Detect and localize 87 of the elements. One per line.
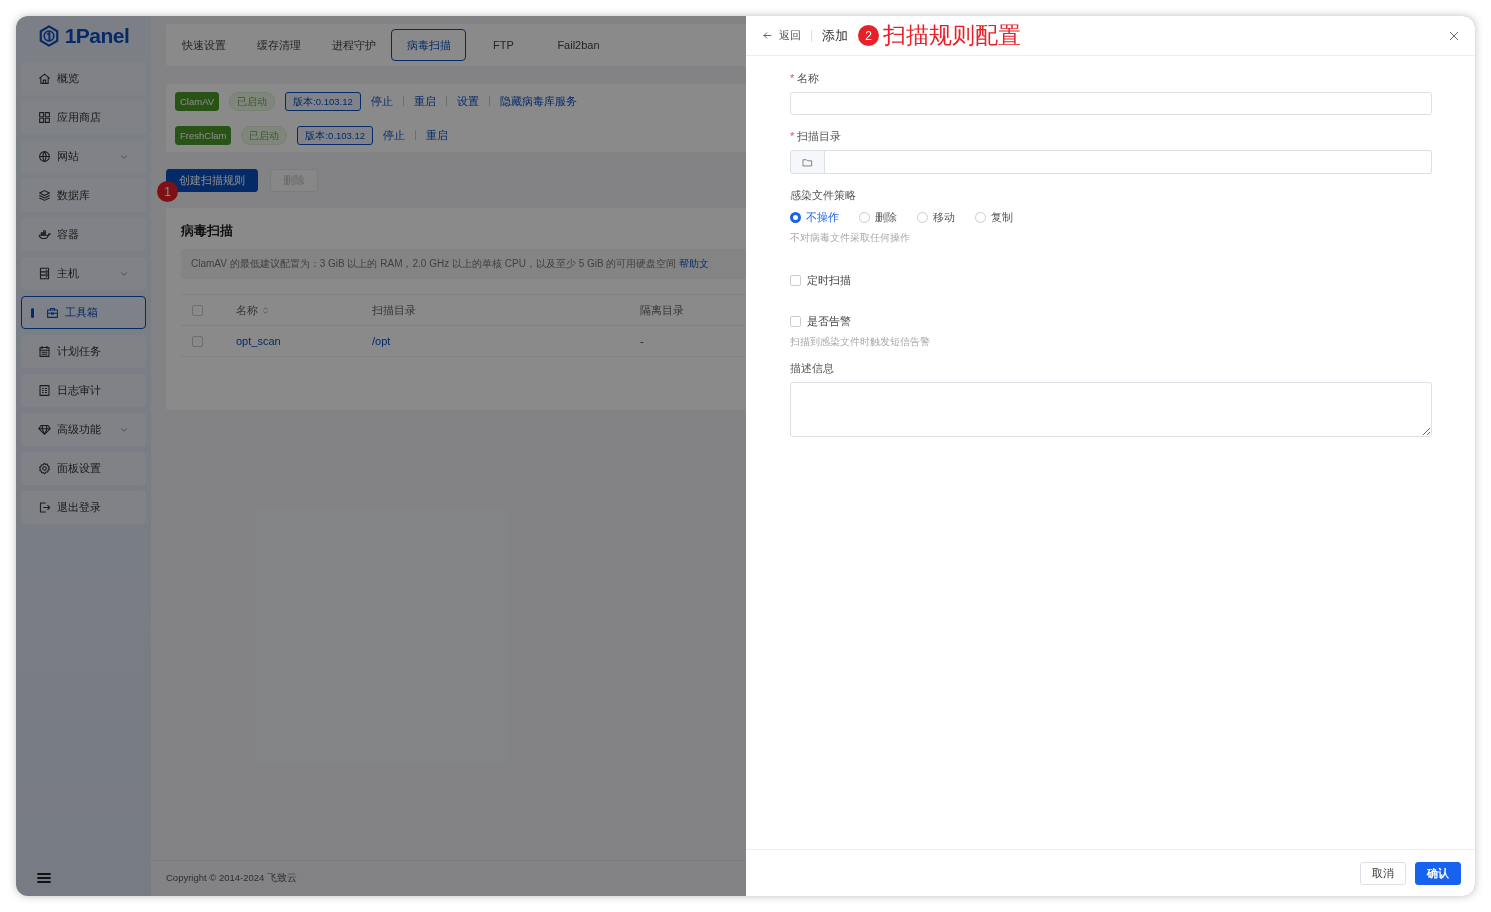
table-cell: - [640,335,644,347]
hint-text: 扫描到感染文件时触发短信告警 [790,335,931,349]
sidebar-item[interactable]: 面板设置 [21,452,146,485]
sidebar-item[interactable]: 概览 [21,62,146,95]
step-marker: 2 [858,25,879,46]
status-tag: 已启动 [229,91,276,111]
sidebar-item[interactable]: 应用商店 [21,101,146,134]
tab[interactable]: 进程守护 [316,29,391,61]
globe-icon [38,150,51,163]
select-all-checkbox[interactable] [192,304,203,316]
action-link[interactable]: 隐藏病毒库服务 [499,93,577,109]
directory-field[interactable] [825,150,1432,174]
calendar-icon [38,345,51,358]
home-icon [38,72,51,85]
field-label: 扫描目录 [797,129,842,143]
field-label: 感染文件策略 [790,188,856,202]
help-link[interactable]: 帮助文 [679,258,710,269]
back-link[interactable]: 返回 [762,28,801,43]
server-icon [38,267,51,280]
sidebar-item[interactable]: 容器 [21,218,146,251]
tab[interactable]: 缓存清理 [241,29,316,61]
checkbox-option[interactable]: 是否告警 [790,314,1432,329]
required-mark: * [790,129,795,143]
name-field[interactable] [790,92,1432,115]
sidebar-item[interactable]: 计划任务 [21,335,146,368]
action-link[interactable]: 重启 [426,127,449,143]
action-link[interactable]: 重启 [413,93,436,109]
menu-icon [36,870,52,886]
field-label: 描述信息 [790,361,834,375]
drawer-title: 添加 [822,26,848,45]
action-link[interactable]: 设置 [456,93,479,109]
diamond-icon [38,423,51,436]
radio-option[interactable]: 移动 [917,209,955,225]
logo-text: 1Panel [64,24,130,48]
copyright-text: Copyright © 2014-2024 飞致云 [166,872,297,885]
logo-icon [37,25,60,47]
tab[interactable]: 快速设置 [166,29,241,61]
radio-option[interactable]: 删除 [859,209,897,225]
sidebar-item[interactable]: 高级功能 [21,413,146,446]
annotation-heading: 扫描规则配置 [883,21,1021,50]
sidebar-item[interactable]: 日志审计 [21,374,146,407]
description-field[interactable] [790,382,1432,437]
close-icon [1448,29,1460,42]
folder-icon [802,156,813,168]
radio-option[interactable]: 复制 [975,209,1013,225]
layers-icon [38,189,51,202]
action-link[interactable]: 停止 [370,93,393,109]
status-tag: 已启动 [241,125,288,145]
service-tag: FreshClam [175,125,232,145]
step-marker: 1 [157,181,178,202]
sidebar-item[interactable]: 工具箱 [21,296,146,329]
service-tag: ClamAV [175,91,220,111]
sidebar-item[interactable]: 网站 [21,140,146,173]
close-button[interactable] [1448,29,1460,42]
column-header: 扫描目录 [372,302,416,318]
action-link[interactable]: 停止 [383,127,406,143]
sidebar-item[interactable]: 退出登录 [21,491,146,524]
grid-icon [38,111,51,124]
column-header: 名称 [236,302,258,318]
gear-icon [38,462,51,475]
logout-icon [38,501,51,514]
arrow-left-icon [762,30,773,41]
field-label: 名称 [797,71,820,85]
sidebar-item[interactable]: 数据库 [21,179,146,212]
version-tag: 版本:0.103.12 [285,91,361,111]
row-checkbox[interactable] [192,335,203,347]
checkbox-option[interactable]: 定时扫描 [790,273,1432,288]
hint-text: 不对病毒文件采取任何操作 [790,231,911,245]
required-mark: * [790,71,795,85]
whale-icon [38,228,51,241]
section-title: 病毒扫描 [181,222,234,240]
toolbox-icon [46,306,59,319]
radio-option[interactable]: 不操作 [790,209,839,225]
rule-name-link[interactable]: opt_scan [236,335,281,347]
tab[interactable]: 病毒扫描 [391,29,466,61]
sidebar-item[interactable]: 主机 [21,257,146,290]
document-icon [38,384,51,397]
sort-icon [261,305,270,315]
folder-button[interactable] [790,150,825,174]
cancel-button[interactable]: 取消 [1360,861,1406,885]
version-tag: 版本:0.103.12 [297,125,374,145]
tab[interactable]: Fail2ban [541,29,616,61]
tab[interactable]: FTP [466,29,541,61]
table-cell: /opt [372,335,391,347]
confirm-button[interactable]: 确认 [1415,861,1461,885]
column-header: 隔离目录 [640,302,684,318]
menu-button[interactable] [36,870,52,886]
